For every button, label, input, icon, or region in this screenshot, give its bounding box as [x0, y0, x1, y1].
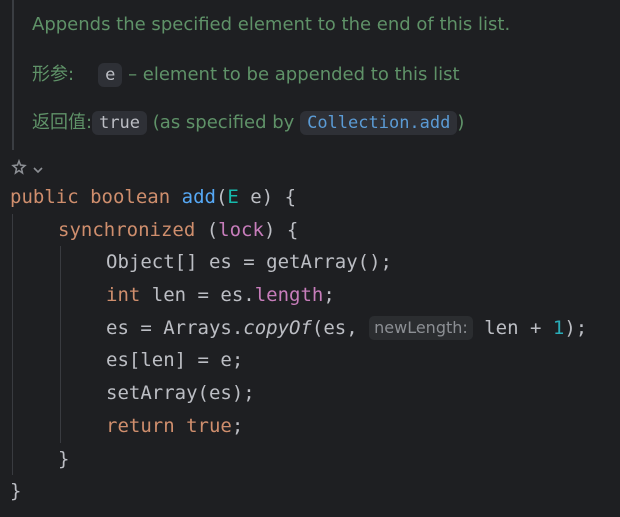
code-line-1: public boolean add(E e) { — [0, 181, 620, 214]
paren-close: ) { — [263, 218, 299, 241]
kw-true: true — [186, 414, 232, 437]
chevron-down-icon[interactable] — [32, 161, 44, 180]
code-text: es = Arrays. — [106, 316, 244, 339]
param-rest: e) { — [238, 186, 297, 208]
code-text: len = es. — [140, 284, 255, 307]
param-description: – element to be appended to this list — [128, 64, 460, 85]
javadoc-panel: Appends the specified element to the end… — [0, 0, 620, 150]
number-literal: 1 — [552, 316, 565, 339]
ai-assistant-icon[interactable] — [10, 158, 28, 181]
code-text: (es, — [311, 316, 370, 339]
javadoc-description: Appends the specified element to the end… — [32, 14, 511, 35]
param-name-chip: e — [98, 63, 123, 87]
parameter-hint: newLength: — [369, 315, 473, 340]
code-line-7: setArray(es); — [0, 377, 620, 410]
code-line-3: Object[] es = getArray(); — [0, 246, 620, 280]
code-text: es[len] = e; — [106, 349, 244, 372]
kw-boolean: boolean — [90, 186, 171, 208]
closing-brace: } — [58, 447, 70, 470]
code-text: (); — [357, 251, 392, 274]
method-copyof[interactable]: copyOf — [243, 317, 312, 339]
code-editor[interactable]: public boolean add(E e) { synchronized (… — [0, 181, 620, 508]
returns-suffix: ) — [457, 112, 465, 133]
code-text: setArray(es); — [106, 382, 255, 405]
code-line-8: return true; — [0, 409, 620, 443]
code-text: Object[] es = — [106, 251, 267, 274]
code-text: ; — [231, 414, 244, 437]
params-label: 形参: — [32, 64, 75, 85]
field-lock[interactable]: lock — [218, 219, 264, 241]
code-line-10: } — [0, 475, 620, 508]
javadoc-border — [12, 0, 14, 150]
javadoc-returns-row: 返回值: true (as specified by Collection.add… — [32, 108, 464, 135]
type-param-e: E — [227, 186, 239, 208]
kw-int: int — [106, 284, 141, 307]
returns-value-chip: true — [92, 111, 148, 135]
kw-public: public — [10, 186, 79, 208]
code-text: ); — [564, 316, 588, 339]
code-text: ; — [323, 284, 335, 307]
kw-synchronized: synchronized — [58, 218, 196, 241]
returns-label: 返回值: — [32, 112, 93, 133]
code-line-6: es[len] = e; — [0, 344, 620, 378]
code-text: len + — [484, 316, 553, 339]
code-line-2: synchronized (lock) { — [0, 213, 620, 247]
code-line-5: es = Arrays.copyOf(es, newLength: len + … — [0, 311, 620, 345]
paren: ( — [195, 218, 219, 241]
kw-return: return — [106, 414, 175, 437]
paren: ( — [215, 186, 228, 208]
field-length[interactable]: length — [255, 284, 324, 306]
code-line-9: } — [0, 442, 620, 476]
code-line-4: int len = es.length; — [0, 279, 620, 312]
gutter-toolbar[interactable] — [10, 158, 44, 181]
method-add[interactable]: add — [182, 186, 216, 208]
returns-prefix: (as specified by — [152, 112, 295, 133]
collection-add-link[interactable]: Collection.add — [300, 111, 458, 135]
javadoc-params-row: 形参: e – element to be appended to this li… — [32, 60, 460, 87]
closing-brace: } — [10, 480, 22, 503]
call-getarray[interactable]: getArray — [266, 251, 358, 273]
